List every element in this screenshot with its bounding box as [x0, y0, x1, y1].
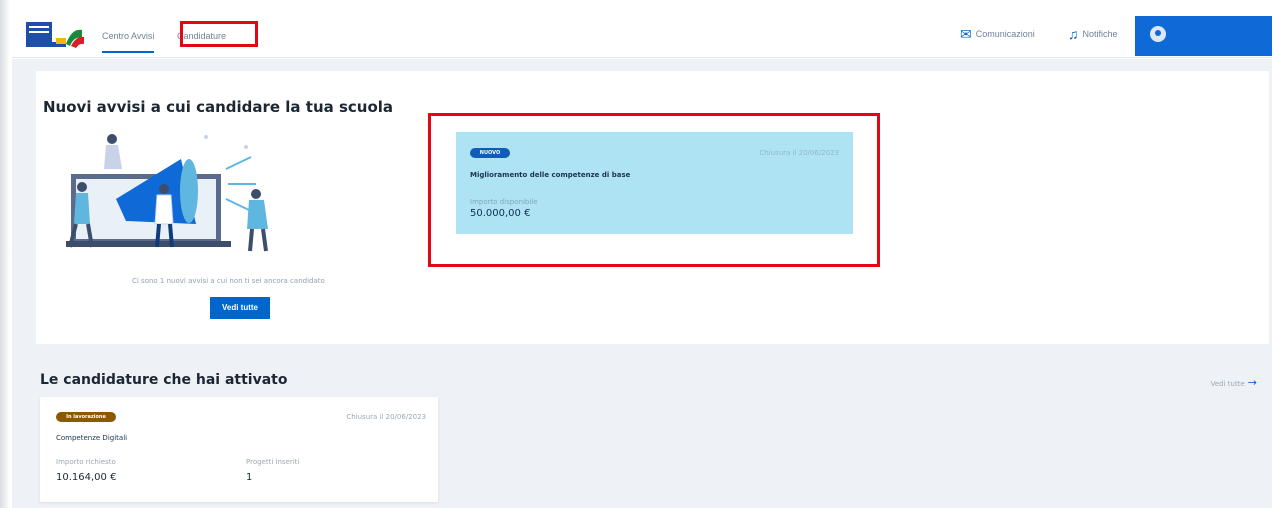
tab-centro-avvisi[interactable]: Centro Avvisi	[102, 31, 155, 53]
tab-highlight-annotation	[180, 21, 258, 47]
app-window: Centro Avvisi Candidature ✉ Comunicazioni…	[0, 0, 1275, 508]
notifications-label: Notifiche	[1082, 29, 1118, 39]
requested-amount-label: Importo richiesto	[56, 458, 116, 466]
projects-count: 1	[246, 472, 253, 483]
see-all-label: Vedi tutte	[1210, 380, 1245, 388]
user-menu[interactable]	[1135, 16, 1272, 56]
user-avatar-icon	[1150, 26, 1166, 42]
megaphone-icon: ✉	[960, 26, 972, 42]
bell-icon: ♫	[1068, 26, 1079, 42]
app-logo	[26, 22, 84, 48]
application-deadline: Chiusura il 20/06/2023	[346, 413, 426, 421]
status-badge: In lavorazione	[56, 412, 116, 422]
projects-label: Progetti inseriti	[246, 458, 300, 466]
application-card[interactable]: In lavorazione Chiusura il 20/06/2023 Co…	[40, 397, 438, 502]
notices-caption: Ci sono 1 nuovi avvisi a cui non ti sei …	[132, 277, 325, 285]
applications-title: Le candidature che hai attivato	[40, 372, 288, 388]
megaphone-illustration	[66, 134, 268, 252]
communications-link[interactable]: ✉ Comunicazioni	[960, 26, 1035, 43]
window-shadow	[0, 0, 10, 508]
application-title: Competenze Digitali	[56, 434, 128, 442]
see-all-link[interactable]: Vedi tutte →	[1211, 376, 1257, 389]
communications-label: Comunicazioni	[975, 29, 1035, 39]
notice-highlight-annotation	[428, 113, 880, 267]
view-all-button[interactable]: Vedi tutte	[210, 297, 270, 319]
arrow-right-icon: →	[1247, 376, 1257, 389]
requested-amount: 10.164,00 €	[56, 472, 117, 483]
notifications-link[interactable]: ♫ Notifiche	[1068, 26, 1118, 42]
new-notices-title: Nuovi avvisi a cui candidare la tua scuo…	[43, 98, 394, 116]
